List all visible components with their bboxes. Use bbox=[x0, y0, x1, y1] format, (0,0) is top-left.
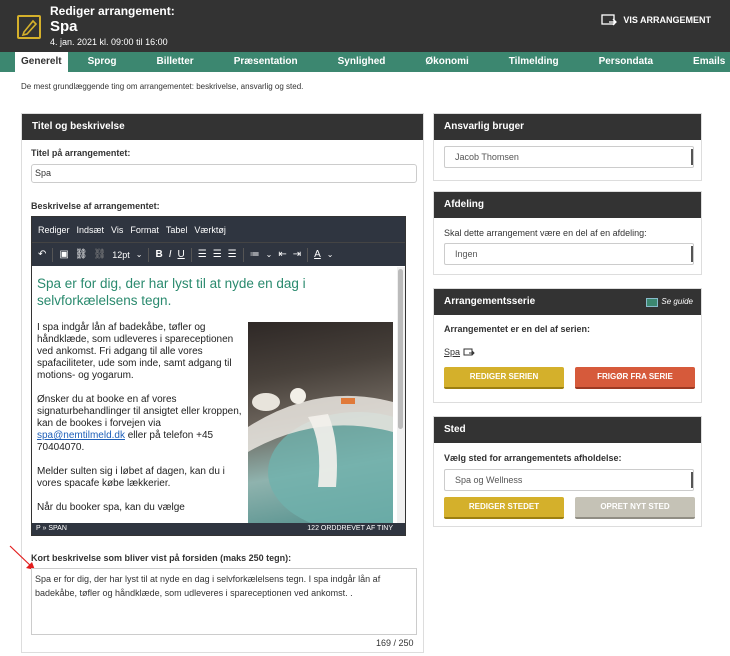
header-bar: Rediger arrangement: Spa 4. jan. 2021 kl… bbox=[0, 0, 730, 52]
chevron-down-icon: ⌄ bbox=[265, 250, 273, 259]
bold-icon[interactable]: B bbox=[155, 249, 162, 260]
rich-text-editor: Rediger Indsæt Vis Format Tabel Værktøj … bbox=[31, 216, 406, 536]
toolbar-divider bbox=[148, 247, 150, 262]
panel-heading: Afdeling bbox=[434, 192, 701, 218]
outdent-icon[interactable]: ⇤ bbox=[278, 249, 286, 260]
external-view-icon bbox=[463, 348, 475, 355]
text-color-icon[interactable]: A bbox=[314, 249, 321, 260]
tab-generelt[interactable]: Generelt bbox=[15, 52, 68, 72]
toolbar-divider bbox=[307, 247, 309, 262]
menu-vis[interactable]: Vis bbox=[111, 225, 123, 235]
series-link[interactable]: Spa bbox=[444, 347, 475, 357]
panel-heading: Arrangementsserie Se guide bbox=[434, 289, 701, 315]
underline-icon[interactable]: U bbox=[178, 249, 185, 260]
edit-location-button[interactable]: REDIGER STEDET bbox=[444, 497, 564, 519]
undo-icon[interactable]: ↶ bbox=[38, 249, 46, 260]
bullet-list-icon[interactable]: ≔ bbox=[250, 249, 260, 260]
page-title: Rediger arrangement: bbox=[50, 4, 175, 18]
edit-series-button[interactable]: REDIGER SERIEN bbox=[444, 367, 564, 389]
view-event-button[interactable]: VIS ARRANGEMENT bbox=[601, 14, 711, 26]
content-body: I spa indgår lån af badekåbe, tøfler og … bbox=[37, 322, 245, 514]
char-counter: 169 / 250 bbox=[376, 638, 414, 648]
menu-indsaet[interactable]: Indsæt bbox=[77, 225, 105, 235]
tab-oekonomi[interactable]: Økonomi bbox=[405, 52, 488, 72]
editor-menubar: Rediger Indsæt Vis Format Tabel Værktøj bbox=[32, 217, 405, 242]
align-left-icon[interactable]: ☰ bbox=[198, 249, 207, 260]
toolbar-divider bbox=[242, 247, 244, 262]
editor-content[interactable]: Spa er for dig, der har lyst til at nyde… bbox=[32, 267, 397, 525]
editor-toolbar: ↶ ▣ ⛓ ⛓ 12pt ⌄ B I U ☰ ☰ ☰ ≔ ⌄ ⇤ ⇥ A ⌄ bbox=[32, 242, 405, 266]
chevron-down-icon: ⌄ bbox=[326, 250, 334, 259]
panel-heading: Sted bbox=[434, 417, 701, 443]
tab-bar: Generelt Sprog og tid Billetter Præsenta… bbox=[0, 52, 730, 87]
location-label: Vælg sted for arrangementets afholdelse: bbox=[444, 453, 622, 463]
italic-icon[interactable]: I bbox=[169, 249, 172, 260]
content-paragraph: Ønsker du at booke en af vores signaturb… bbox=[37, 394, 242, 453]
panel-heading: Ansvarlig bruger bbox=[434, 114, 701, 140]
event-date: 4. jan. 2021 kl. 09:00 til 16:00 bbox=[50, 37, 168, 47]
series-label: Arrangementet er en del af serien: bbox=[444, 324, 591, 334]
image-icon[interactable]: ▣ bbox=[59, 249, 68, 260]
title-input[interactable]: Spa bbox=[31, 164, 417, 183]
external-view-icon bbox=[601, 14, 618, 26]
responsible-user-select[interactable]: Jacob Thomsen bbox=[444, 146, 694, 168]
new-location-button[interactable]: OPRET NYT STED bbox=[575, 497, 695, 519]
spa-bath-image bbox=[248, 322, 397, 525]
editor-scrollbar[interactable] bbox=[397, 267, 405, 525]
content-paragraph: I spa indgår lån af badekåbe, tøfler og … bbox=[37, 322, 234, 381]
indent-icon[interactable]: ⇥ bbox=[293, 249, 301, 260]
department-question: Skal dette arrangement være en del af en… bbox=[444, 228, 647, 238]
menu-tabel[interactable]: Tabel bbox=[166, 225, 188, 235]
description-label: Beskrivelse af arrangementet: bbox=[31, 201, 160, 211]
align-right-icon[interactable]: ☰ bbox=[228, 249, 237, 260]
element-path: P » SPAN bbox=[36, 525, 67, 532]
editor-statusbar: P » SPAN 122 ORDDREVET AF TINY bbox=[32, 523, 405, 535]
guide-icon bbox=[646, 297, 659, 307]
tab-billetter[interactable]: Billetter bbox=[136, 52, 213, 72]
department-select[interactable]: Ingen bbox=[444, 243, 694, 265]
toolbar-divider bbox=[190, 247, 192, 262]
release-series-button[interactable]: FRIGØR FRA SERIE bbox=[575, 367, 695, 389]
panel-heading: Titel og beskrivelse bbox=[22, 114, 423, 140]
align-center-icon[interactable]: ☰ bbox=[213, 249, 222, 260]
edit-logo-icon bbox=[17, 15, 41, 39]
title-label: Titel på arrangementet: bbox=[31, 148, 131, 158]
event-name: Spa bbox=[50, 18, 78, 35]
menu-vaerktoj[interactable]: Værktøj bbox=[194, 225, 226, 235]
short-description-label: Kort beskrivelse som bliver vist på fors… bbox=[31, 553, 292, 563]
tab-persondata[interactable]: Persondata bbox=[579, 52, 673, 72]
view-event-label: VIS ARRANGEMENT bbox=[623, 15, 711, 25]
tab-emails[interactable]: Emails bbox=[673, 52, 730, 72]
content-heading: Spa er for dig, der har lyst til at nyde… bbox=[37, 276, 306, 308]
intro-text: De mest grundlæggende ting om arrangemen… bbox=[21, 82, 304, 91]
font-size-select[interactable]: 12pt bbox=[112, 250, 130, 260]
link-icon[interactable]: ⛓ bbox=[75, 249, 88, 260]
short-description-textarea[interactable]: Spa er for dig, der har lyst til at nyde… bbox=[31, 568, 417, 635]
menu-format[interactable]: Format bbox=[130, 225, 159, 235]
toolbar-divider bbox=[52, 247, 54, 262]
tab-praesentation[interactable]: Præsentation bbox=[214, 52, 318, 72]
tab-sprog-og-tid[interactable]: Sprog og tid bbox=[68, 52, 137, 87]
unlink-icon[interactable]: ⛓ bbox=[94, 249, 107, 260]
word-count: 122 ORDDREVET AF TINY bbox=[307, 525, 393, 532]
content-paragraph: Melder sulten sig i løbet af dagen, kan … bbox=[37, 466, 225, 489]
menu-rediger[interactable]: Rediger bbox=[38, 225, 70, 235]
guide-link[interactable]: Se guide bbox=[646, 289, 693, 315]
email-link[interactable]: spa@nemtilmeld.dk bbox=[37, 430, 125, 441]
tab-synlighed[interactable]: Synlighed bbox=[318, 52, 406, 72]
content-paragraph: Når du booker spa, kan du vælge bbox=[37, 502, 185, 513]
location-select[interactable]: Spa og Wellness bbox=[444, 469, 694, 491]
chevron-down-icon: ⌄ bbox=[135, 250, 143, 259]
tab-tilmelding[interactable]: Tilmelding bbox=[489, 52, 579, 72]
